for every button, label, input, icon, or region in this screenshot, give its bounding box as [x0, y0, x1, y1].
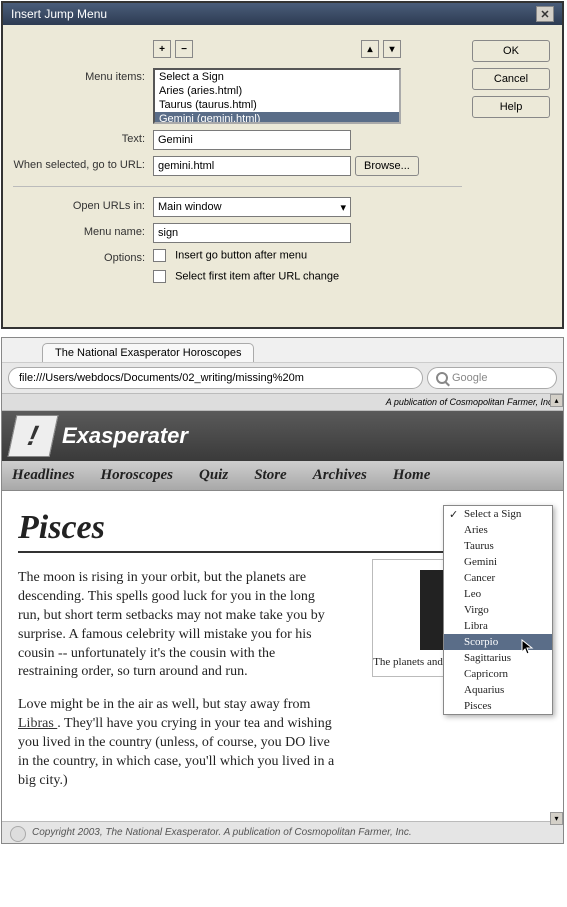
move-up-button[interactable]: ▴: [361, 40, 379, 58]
text-label: Text:: [13, 130, 153, 145]
insert-go-label: Insert go button after menu: [175, 249, 307, 261]
insert-jump-menu-dialog: Insert Jump Menu ✕ + − ▴ ▾ Menu items:: [1, 1, 564, 329]
browser-tab[interactable]: The National Exasperator Horoscopes: [42, 343, 254, 362]
nav-link[interactable]: Horoscopes: [101, 467, 174, 484]
sign-dropdown[interactable]: Select a SignAriesTaurusGeminiCancerLeoV…: [443, 505, 553, 715]
nav-link[interactable]: Archives: [313, 467, 367, 484]
options-label: Options:: [13, 249, 153, 264]
dropdown-option[interactable]: Aquarius: [444, 682, 552, 698]
remove-item-button[interactable]: −: [175, 40, 193, 58]
dropdown-option[interactable]: Leo: [444, 586, 552, 602]
logo-icon: !: [8, 415, 59, 457]
open-urls-select[interactable]: Main window ▾: [153, 197, 351, 217]
insert-go-checkbox[interactable]: [153, 249, 166, 262]
dropdown-option[interactable]: Virgo: [444, 602, 552, 618]
publisher-note: A publication of Cosmopolitan Farmer, In…: [2, 394, 563, 411]
menu-name-input[interactable]: [153, 223, 351, 243]
brand-name: Exasperater: [62, 423, 188, 449]
url-label: When selected, go to URL:: [13, 156, 153, 171]
list-item[interactable]: Taurus (taurus.html): [155, 98, 399, 112]
list-item[interactable]: Gemini (gemini.html): [155, 112, 399, 124]
scroll-down-button[interactable]: ▾: [550, 812, 563, 825]
help-button[interactable]: Help: [472, 96, 550, 118]
address-bar[interactable]: file:///Users/webdocs/Documents/02_writi…: [8, 367, 423, 389]
nav-link[interactable]: Quiz: [199, 467, 228, 484]
ok-button[interactable]: OK: [472, 40, 550, 62]
dropdown-option[interactable]: Select a Sign: [444, 506, 552, 522]
dropdown-option[interactable]: Gemini: [444, 554, 552, 570]
dropdown-option[interactable]: Aries: [444, 522, 552, 538]
page-footer: Copyright 2003, The National Exasperator…: [2, 821, 563, 843]
search-field[interactable]: Google: [427, 367, 557, 389]
dropdown-option[interactable]: Scorpio: [444, 634, 552, 650]
dropdown-option[interactable]: Cancer: [444, 570, 552, 586]
browse-button[interactable]: Browse...: [355, 156, 419, 176]
url-input[interactable]: [153, 156, 351, 176]
libras-link[interactable]: Libras: [18, 716, 57, 731]
menu-items-label: Menu items:: [13, 68, 153, 83]
list-item[interactable]: Aries (aries.html): [155, 84, 399, 98]
browser-window: The National Exasperator Horoscopes file…: [1, 337, 564, 844]
text-input[interactable]: [153, 130, 351, 150]
chevron-down-icon: ▾: [340, 201, 346, 214]
main-nav: Headlines Horoscopes Quiz Store Archives Home: [2, 461, 563, 491]
article-body: The moon is rising in your orbit, but th…: [18, 569, 338, 791]
dialog-titlebar: Insert Jump Menu ✕: [3, 3, 562, 25]
dropdown-option[interactable]: Taurus: [444, 538, 552, 554]
nav-link[interactable]: Store: [254, 467, 287, 484]
menu-items-listbox[interactable]: Select a SignAries (aries.html)Taurus (t…: [153, 68, 401, 124]
dropdown-option[interactable]: Capricorn: [444, 666, 552, 682]
menu-name-label: Menu name:: [13, 223, 153, 238]
site-banner: ! Exasperater: [2, 411, 563, 461]
search-icon: [436, 372, 448, 384]
dropdown-option[interactable]: Libra: [444, 618, 552, 634]
open-urls-label: Open URLs in:: [13, 197, 153, 212]
dropdown-option[interactable]: Pisces: [444, 698, 552, 714]
list-item[interactable]: Select a Sign: [155, 70, 399, 84]
nav-link[interactable]: Home: [393, 467, 431, 484]
select-first-label: Select first item after URL change: [175, 270, 339, 282]
move-down-button[interactable]: ▾: [383, 40, 401, 58]
select-first-checkbox[interactable]: [153, 270, 166, 283]
dropdown-option[interactable]: Sagittarius: [444, 650, 552, 666]
close-icon[interactable]: ✕: [536, 6, 554, 22]
dialog-title: Insert Jump Menu: [11, 7, 107, 21]
add-item-button[interactable]: +: [153, 40, 171, 58]
cancel-button[interactable]: Cancel: [472, 68, 550, 90]
nav-link[interactable]: Headlines: [12, 467, 75, 484]
scroll-up-button[interactable]: ▴: [550, 394, 563, 407]
